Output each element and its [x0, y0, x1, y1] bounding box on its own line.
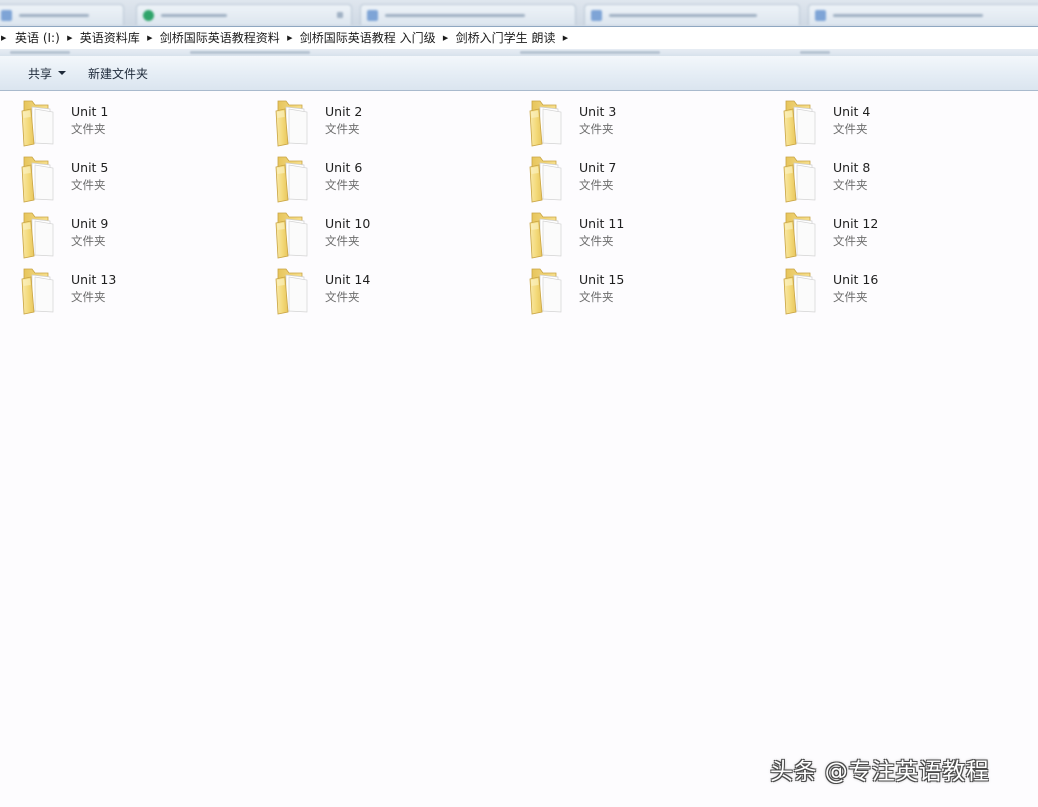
- chevron-right-icon[interactable]: ▶: [142, 28, 158, 48]
- folder-item[interactable]: Unit 5 文件夹: [18, 153, 272, 209]
- new-folder-button[interactable]: 新建文件夹: [78, 61, 158, 85]
- folder-item[interactable]: Unit 2 文件夹: [272, 97, 526, 153]
- folder-item[interactable]: Unit 6 文件夹: [272, 153, 526, 209]
- chevron-right-icon[interactable]: ▶: [62, 28, 78, 48]
- folder-icon: [275, 100, 308, 147]
- page-favicon-icon: [815, 10, 826, 21]
- folder-grid: Unit 1 文件夹 Unit 2 文件夹 Unit 3 文件夹 Unit 4 …: [18, 97, 1020, 321]
- folder-item[interactable]: Unit 16 文件夹: [780, 265, 1020, 321]
- folder-item[interactable]: Unit 3 文件夹: [526, 97, 780, 153]
- watermark: 头条 @专注英语教程: [770, 759, 990, 785]
- folder-type: 文件夹: [71, 122, 106, 136]
- folder-name: Unit 15: [579, 272, 625, 287]
- folder-name: Unit 8: [833, 160, 871, 175]
- folder-icon: [529, 268, 562, 315]
- new-folder-label: 新建文件夹: [88, 66, 149, 81]
- chevron-right-icon[interactable]: ▶: [438, 28, 454, 48]
- folder-name: Unit 7: [579, 160, 617, 175]
- folder-name: Unit 6: [325, 160, 363, 175]
- breadcrumb-drive[interactable]: 英语 (I:): [13, 28, 62, 48]
- breadcrumb-english-library[interactable]: 英语资料库: [78, 28, 142, 48]
- breadcrumb-cambridge-intro[interactable]: 剑桥国际英语教程 入门级: [298, 28, 438, 48]
- folder-name: Unit 3: [579, 104, 617, 119]
- folder-item[interactable]: Unit 14 文件夹: [272, 265, 526, 321]
- folder-item[interactable]: Unit 1 文件夹: [18, 97, 272, 153]
- browser-tab[interactable]: [360, 4, 576, 25]
- folder-item[interactable]: Unit 9 文件夹: [18, 209, 272, 265]
- browser-tab[interactable]: [0, 4, 124, 25]
- folder-type: 文件夹: [325, 122, 360, 136]
- folder-name: Unit 4: [833, 104, 871, 119]
- folder-type: 文件夹: [325, 290, 360, 304]
- folder-name: Unit 13: [71, 272, 117, 287]
- folder-icon: [783, 212, 816, 259]
- folder-icon: [21, 100, 54, 147]
- folder-name: Unit 2: [325, 104, 363, 119]
- folder-name: Unit 16: [833, 272, 879, 287]
- share-label: 共享: [28, 66, 53, 81]
- folder-name: Unit 12: [833, 216, 879, 231]
- close-tab-icon[interactable]: [337, 12, 343, 18]
- browser-tab[interactable]: [136, 4, 352, 25]
- folder-item[interactable]: Unit 12 文件夹: [780, 209, 1020, 265]
- page-favicon-icon: [143, 10, 154, 21]
- chevron-right-icon[interactable]: ▶: [557, 28, 573, 48]
- folder-type: 文件夹: [71, 290, 106, 304]
- folder-type: 文件夹: [833, 290, 868, 304]
- dropdown-arrow-icon: [58, 71, 67, 75]
- folder-name: Unit 9: [71, 216, 109, 231]
- folder-type: 文件夹: [325, 178, 360, 192]
- folder-icon: [529, 100, 562, 147]
- browser-tab-strip: [0, 0, 1038, 26]
- folder-type: 文件夹: [325, 234, 360, 248]
- folder-item[interactable]: Unit 15 文件夹: [526, 265, 780, 321]
- page-favicon-icon: [1, 10, 12, 21]
- page-favicon-icon: [591, 10, 602, 21]
- folder-name: Unit 5: [71, 160, 109, 175]
- folder-icon: [529, 156, 562, 203]
- command-toolbar: 共享 新建文件夹: [0, 56, 1038, 91]
- folder-name: Unit 11: [579, 216, 625, 231]
- address-bar[interactable]: ▶ 英语 (I:) ▶ 英语资料库 ▶ 剑桥国际英语教程资料 ▶ 剑桥国际英语教…: [0, 26, 1038, 50]
- folder-type: 文件夹: [579, 290, 614, 304]
- folder-icon: [275, 212, 308, 259]
- folder-type: 文件夹: [71, 234, 106, 248]
- folder-icon: [783, 268, 816, 315]
- folder-type: 文件夹: [579, 178, 614, 192]
- folder-name: Unit 1: [71, 104, 109, 119]
- blurred-strip: [0, 49, 1038, 56]
- folder-type: 文件夹: [579, 122, 614, 136]
- folder-name: Unit 14: [325, 272, 371, 287]
- breadcrumb-current-folder[interactable]: 剑桥入门学生 朗读: [454, 28, 558, 48]
- breadcrumb-cambridge-materials[interactable]: 剑桥国际英语教程资料: [158, 28, 282, 48]
- file-view[interactable]: Unit 1 文件夹 Unit 2 文件夹 Unit 3 文件夹 Unit 4 …: [0, 91, 1038, 807]
- folder-icon: [21, 156, 54, 203]
- share-button[interactable]: 共享: [18, 61, 70, 85]
- folder-type: 文件夹: [833, 234, 868, 248]
- folder-type: 文件夹: [71, 178, 106, 192]
- folder-type: 文件夹: [579, 234, 614, 248]
- folder-name: Unit 10: [325, 216, 371, 231]
- folder-item[interactable]: Unit 8 文件夹: [780, 153, 1020, 209]
- folder-icon: [783, 156, 816, 203]
- folder-icon: [529, 212, 562, 259]
- folder-icon: [783, 100, 816, 147]
- chevron-right-icon[interactable]: ▶: [282, 28, 298, 48]
- chevron-right-icon[interactable]: ▶: [0, 28, 13, 48]
- folder-item[interactable]: Unit 7 文件夹: [526, 153, 780, 209]
- folder-item[interactable]: Unit 10 文件夹: [272, 209, 526, 265]
- folder-icon: [21, 268, 54, 315]
- folder-type: 文件夹: [833, 122, 868, 136]
- page-favicon-icon: [367, 10, 378, 21]
- folder-item[interactable]: Unit 13 文件夹: [18, 265, 272, 321]
- folder-icon: [275, 156, 308, 203]
- folder-type: 文件夹: [833, 178, 868, 192]
- folder-icon: [275, 268, 308, 315]
- folder-icon: [21, 212, 54, 259]
- folder-item[interactable]: Unit 4 文件夹: [780, 97, 1020, 153]
- browser-tab[interactable]: [584, 4, 800, 25]
- browser-tab[interactable]: [808, 4, 1038, 25]
- folder-item[interactable]: Unit 11 文件夹: [526, 209, 780, 265]
